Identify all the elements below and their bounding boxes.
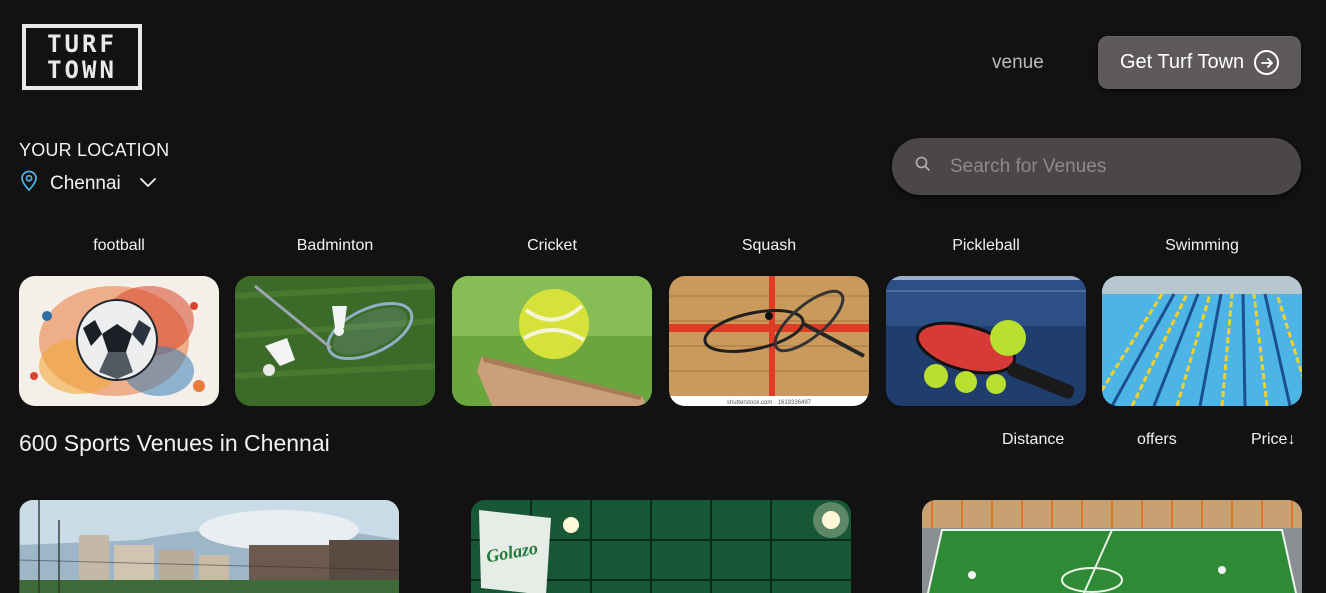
- chevron-down-icon: [139, 175, 157, 193]
- sport-label: Swimming: [1165, 237, 1239, 254]
- squash-watermark: shutterstock.com · 1619336497: [727, 400, 812, 406]
- logo-line-2: TOWN: [47, 56, 117, 84]
- sport-label: Cricket: [527, 237, 577, 254]
- sport-pickleball[interactable]: Pickleball: [886, 236, 1086, 406]
- sport-squash[interactable]: Squash shutterstock.com · 1619336497: [669, 236, 869, 406]
- venue-card[interactable]: [922, 500, 1302, 593]
- get-turf-town-button[interactable]: Get Turf Town: [1098, 36, 1301, 89]
- arrow-right-circle-icon: [1254, 50, 1280, 75]
- badminton-image: [235, 276, 435, 406]
- swimming-image: [1102, 276, 1302, 406]
- search-bar[interactable]: [892, 138, 1301, 195]
- sport-badminton[interactable]: Badminton: [235, 236, 435, 406]
- search-icon: [914, 155, 932, 178]
- results-title: 600 Sports Venues in Chennai: [19, 430, 330, 456]
- turf-town-logo[interactable]: TURF TOWN: [22, 24, 142, 90]
- search-input[interactable]: [950, 155, 1270, 178]
- cricket-image: [452, 276, 652, 406]
- pickleball-image: [886, 276, 1086, 406]
- squash-image: shutterstock.com · 1619336497: [669, 276, 869, 406]
- venue-card[interactable]: [19, 500, 399, 593]
- location-label: YOUR LOCATION: [19, 140, 170, 160]
- logo-line-1: TURF: [47, 30, 117, 58]
- sport-swimming[interactable]: Swimming: [1102, 236, 1302, 406]
- sort-distance[interactable]: Distance: [1002, 431, 1064, 449]
- sort-price[interactable]: Price↓: [1251, 431, 1295, 449]
- sort-offers[interactable]: offers: [1137, 431, 1177, 449]
- venue-card[interactable]: Golazo: [471, 500, 851, 593]
- sport-football[interactable]: football: [19, 236, 219, 406]
- sport-label: Squash: [741, 237, 797, 254]
- football-image: [19, 276, 219, 406]
- page: TURF TOWN venue Get Turf Town YOUR LOCAT…: [0, 0, 1326, 593]
- sport-label: Pickleball: [952, 237, 1020, 254]
- sport-label: football: [93, 237, 145, 254]
- get-turf-town-label: Get Turf Town: [1120, 51, 1245, 73]
- location-city: Chennai: [50, 172, 121, 194]
- map-pin-icon: [20, 170, 38, 197]
- nav-venue-link[interactable]: venue: [992, 52, 1044, 74]
- sport-label: Badminton: [296, 237, 374, 254]
- sport-cricket[interactable]: Cricket: [452, 236, 652, 406]
- location-selector[interactable]: Chennai: [20, 170, 157, 197]
